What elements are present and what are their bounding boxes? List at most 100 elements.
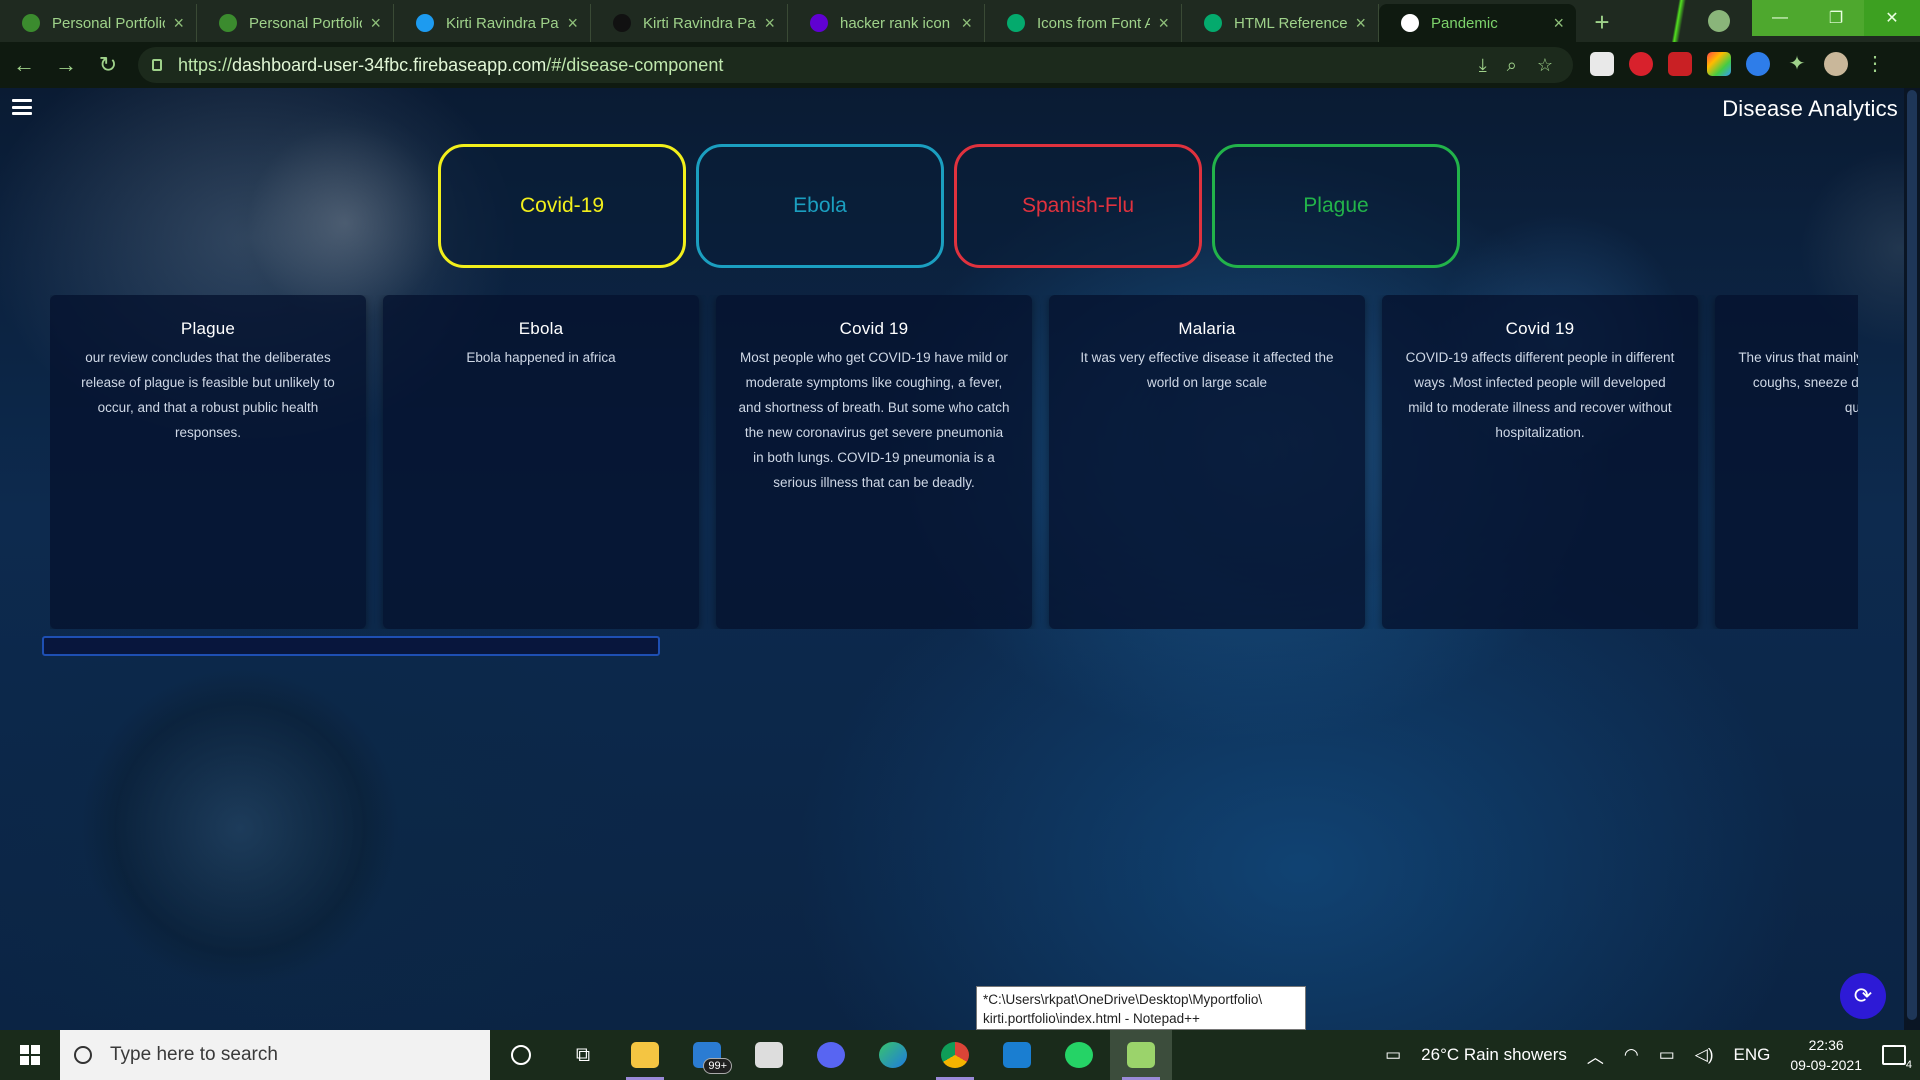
twitter-icon xyxy=(416,14,434,32)
notepadpp-button[interactable] xyxy=(1110,1030,1172,1080)
carousel-scrollbar[interactable] xyxy=(42,636,660,656)
disease-card[interactable]: Plague our review concludes that the deli… xyxy=(50,295,366,629)
minimize-button[interactable]: — xyxy=(1752,0,1808,36)
decorative-accent xyxy=(1660,0,1700,42)
store-button[interactable] xyxy=(738,1030,800,1080)
filter-button-covid-19[interactable]: Covid-19 xyxy=(438,144,686,268)
lock-icon xyxy=(152,59,162,71)
taskbar: Type here to search ⧉ 99+ ▭ 26°C Rain sh… xyxy=(0,1030,1920,1080)
browser-tab[interactable]: Pandemic × xyxy=(1379,4,1576,42)
page-scrollbar[interactable] xyxy=(1904,88,1920,1030)
browser-tab[interactable]: Personal Portfolio × xyxy=(197,4,394,42)
browser-menu-icon[interactable]: ⋮ xyxy=(1863,52,1887,76)
filter-button-spanish-flu[interactable]: Spanish-Flu xyxy=(954,144,1202,268)
url-input[interactable]: https://dashboard-user-34fbc.firebaseapp… xyxy=(138,47,1573,83)
puzzle-extensions-icon[interactable]: ✦ xyxy=(1785,52,1809,76)
disease-card[interactable]: Co The virus that mainly transmit generat… xyxy=(1715,295,1858,629)
color-extension-icon[interactable] xyxy=(1707,52,1731,76)
file-explorer-button[interactable] xyxy=(614,1030,676,1080)
extension-bar: ✦ ⋮ xyxy=(1590,52,1887,76)
clock[interactable]: 22:36 09-09-2021 xyxy=(1790,1035,1862,1075)
new-tab-button[interactable]: + xyxy=(1584,7,1620,37)
tray-overflow-icon[interactable]: ︿ xyxy=(1587,1043,1604,1068)
install-app-icon[interactable]: ⤓ xyxy=(1479,55,1487,76)
task-view-button[interactable]: ⧉ xyxy=(552,1030,614,1080)
weather-text[interactable]: 26°C Rain showers xyxy=(1421,1045,1567,1065)
disease-card[interactable]: Covid 19 COVID-19 affects different peopl… xyxy=(1382,295,1698,629)
card-description: Ebola happened in africa xyxy=(466,350,616,365)
card-description: It was very effective disease it affecte… xyxy=(1080,350,1334,390)
filter-button-ebola[interactable]: Ebola xyxy=(696,144,944,268)
sync-icon: ⟳ xyxy=(1853,983,1873,1008)
tab-search-icon[interactable] xyxy=(1708,10,1730,32)
extension-icon-blue[interactable] xyxy=(1746,52,1770,76)
forward-button[interactable]: → xyxy=(48,47,84,83)
filter-button-plague[interactable]: Plague xyxy=(1212,144,1460,268)
disease-card[interactable]: Covid 19 Most people who get COVID-19 hav… xyxy=(716,295,1032,629)
whatsapp-icon xyxy=(1065,1042,1093,1068)
close-tab-icon[interactable]: × xyxy=(1355,13,1366,34)
extension-icon-red[interactable] xyxy=(1629,52,1653,76)
task-view-icon: ⧉ xyxy=(575,1043,591,1066)
hackernoon-icon xyxy=(613,14,631,32)
browser-tab[interactable]: HTML Reference × xyxy=(1182,4,1379,42)
cortana-button[interactable] xyxy=(490,1030,552,1080)
close-tab-icon[interactable]: × xyxy=(567,13,578,34)
w3schools-icon xyxy=(1204,14,1222,32)
card-title: Covid 19 xyxy=(839,319,909,338)
tab-title: Icons from Font A xyxy=(1037,14,1151,32)
menu-toggle-icon[interactable] xyxy=(12,99,32,115)
bookmark-star-icon[interactable]: ☆ xyxy=(1537,55,1553,76)
close-tab-icon[interactable]: × xyxy=(961,13,972,34)
w3schools-icon xyxy=(1007,14,1025,32)
browser-tab[interactable]: Icons from Font A × xyxy=(985,4,1182,42)
taskbar-search-input[interactable]: Type here to search xyxy=(60,1030,490,1080)
disease-card-carousel: Plague our review concludes that the deli… xyxy=(50,295,1858,629)
start-button[interactable] xyxy=(0,1030,60,1080)
zoom-icon[interactable]: ⌕ xyxy=(1507,55,1517,76)
restore-button[interactable]: ❐ xyxy=(1808,0,1864,36)
discord-button[interactable] xyxy=(800,1030,862,1080)
disease-card[interactable]: Malaria It was very effective disease it … xyxy=(1049,295,1365,629)
tab-title: Kirti Ravindra Pati xyxy=(446,14,560,32)
clock-date: 09-09-2021 xyxy=(1790,1057,1862,1073)
disease-card[interactable]: Ebola Ebola happened in africa xyxy=(383,295,699,629)
extension-icon-rocket[interactable] xyxy=(1668,52,1692,76)
tooltip-line: kirti.portfolio\index.html - Notepad++ xyxy=(983,1011,1200,1026)
close-tab-icon[interactable]: × xyxy=(1553,13,1564,34)
close-tab-icon[interactable]: × xyxy=(764,13,775,34)
clock-time: 22:36 xyxy=(1808,1037,1844,1053)
browser-tab[interactable]: Personal Portfolio × xyxy=(0,4,197,42)
whatsapp-button[interactable] xyxy=(1048,1030,1110,1080)
back-button[interactable]: ← xyxy=(6,47,42,83)
language-indicator[interactable]: ENG xyxy=(1734,1045,1771,1065)
card-title: Ebola xyxy=(518,319,564,338)
folder-icon xyxy=(631,1042,659,1068)
profile-avatar[interactable] xyxy=(1824,52,1848,76)
chrome-button[interactable] xyxy=(924,1030,986,1080)
card-description: our review concludes that the deliberate… xyxy=(81,350,335,440)
close-tab-icon[interactable]: × xyxy=(1158,13,1169,34)
vscode-button[interactable] xyxy=(986,1030,1048,1080)
volume-icon[interactable]: ◁) xyxy=(1695,1045,1714,1065)
mail-badge: 99+ xyxy=(703,1058,732,1074)
tab-title: Personal Portfolio xyxy=(249,14,363,32)
reload-button[interactable]: ↻ xyxy=(90,47,126,83)
network-icon[interactable]: ◠ xyxy=(1624,1045,1639,1065)
sync-button[interactable]: ⟳ xyxy=(1840,973,1886,1019)
edge-button[interactable] xyxy=(862,1030,924,1080)
browser-tab[interactable]: hacker rank icon × xyxy=(788,4,985,42)
battery-icon[interactable]: ▭ xyxy=(1659,1045,1675,1065)
close-tab-icon[interactable]: × xyxy=(370,13,381,34)
close-window-button[interactable]: ✕ xyxy=(1864,0,1920,36)
browser-tab[interactable]: Kirti Ravindra Pati × xyxy=(394,4,591,42)
browser-tab[interactable]: Kirti Ravindra Pati × xyxy=(591,4,788,42)
weather-icon[interactable]: ▭ xyxy=(1385,1045,1401,1065)
card-description: The virus that mainly transmit generated… xyxy=(1738,350,1858,415)
card-title: Plague xyxy=(180,319,236,338)
mail-button[interactable]: 99+ xyxy=(676,1030,738,1080)
close-tab-icon[interactable]: × xyxy=(173,13,184,34)
notification-center-icon[interactable]: 4 xyxy=(1882,1045,1912,1071)
search-icon xyxy=(74,1046,92,1064)
pocket-extension-icon[interactable] xyxy=(1590,52,1614,76)
